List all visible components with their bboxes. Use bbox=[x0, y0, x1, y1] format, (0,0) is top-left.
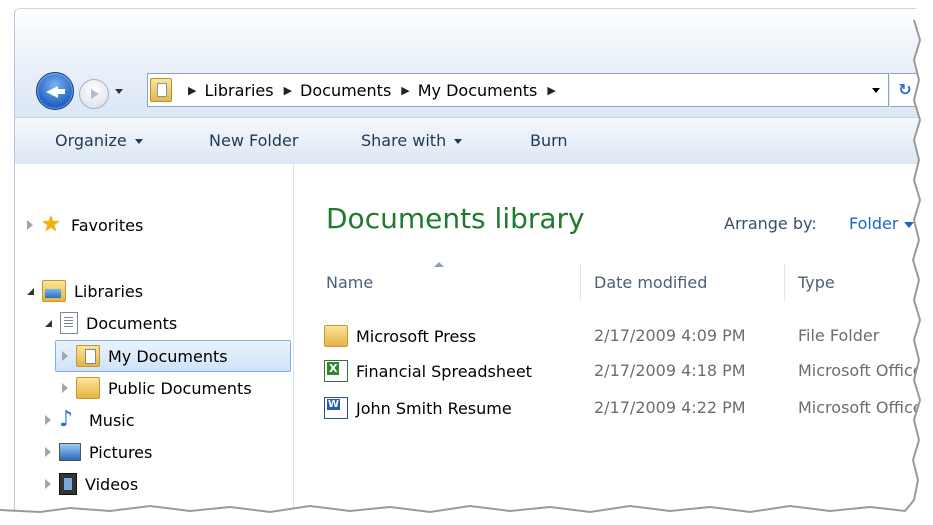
music-note-icon: ♪ bbox=[59, 407, 74, 432]
explorer-window: ▶ Libraries ▶ Documents ▶ My Documents ▶… bbox=[14, 8, 933, 514]
film-icon bbox=[59, 473, 77, 495]
expand-icon[interactable] bbox=[45, 415, 51, 425]
refresh-icon: ↻ bbox=[898, 80, 912, 99]
new-folder-label: New Folder bbox=[209, 131, 299, 150]
libraries-icon bbox=[42, 280, 66, 302]
my-documents-folder-icon bbox=[76, 345, 100, 367]
share-with-button[interactable]: Share with bbox=[361, 118, 463, 164]
tree-label: Favorites bbox=[71, 215, 144, 235]
expand-icon[interactable] bbox=[62, 383, 68, 393]
file-date: 2/17/2009 4:09 PM bbox=[594, 326, 746, 345]
organize-button[interactable]: Organize bbox=[55, 118, 143, 164]
tree-item-public-documents[interactable]: Public Documents bbox=[62, 373, 252, 403]
folder-icon bbox=[76, 377, 100, 399]
expand-icon[interactable] bbox=[45, 447, 51, 457]
tree-item-documents[interactable]: Documents bbox=[45, 308, 177, 338]
chevron-down-icon bbox=[134, 139, 143, 144]
excel-file-icon bbox=[324, 360, 348, 382]
tree-item-videos[interactable]: Videos bbox=[45, 469, 138, 499]
tree-item-pictures[interactable]: Pictures bbox=[45, 437, 152, 467]
tree-label: Public Documents bbox=[108, 378, 252, 398]
pictures-icon bbox=[59, 443, 81, 461]
tree-label: Libraries bbox=[74, 281, 144, 301]
library-folder-icon bbox=[150, 78, 172, 102]
expand-icon[interactable] bbox=[45, 479, 51, 489]
content-pane: Documents library Arrange by: Folder Nam… bbox=[294, 164, 933, 514]
sort-ascending-icon bbox=[434, 262, 444, 267]
file-name: Microsoft Press bbox=[356, 326, 477, 346]
column-divider[interactable] bbox=[784, 264, 785, 302]
column-divider[interactable] bbox=[580, 264, 581, 302]
address-history-dropdown-icon[interactable] bbox=[872, 88, 880, 93]
refresh-button[interactable]: ↻ bbox=[890, 73, 921, 107]
chevron-right-icon[interactable]: ▶ bbox=[284, 84, 292, 97]
back-button[interactable] bbox=[36, 72, 74, 110]
tree-item-music[interactable]: ♪ Music bbox=[45, 405, 135, 435]
expand-icon[interactable] bbox=[62, 351, 68, 361]
recent-pages-dropdown-icon[interactable] bbox=[115, 89, 123, 94]
tree-label: My Documents bbox=[108, 346, 228, 366]
file-date: 2/17/2009 4:22 PM bbox=[594, 398, 746, 417]
tree-item-favorites[interactable]: ★ Favorites bbox=[27, 210, 143, 240]
chevron-down-icon bbox=[454, 139, 463, 144]
burn-label: Burn bbox=[530, 131, 568, 150]
file-date: 2/17/2009 4:18 PM bbox=[594, 361, 746, 380]
folder-icon bbox=[324, 325, 348, 347]
breadcrumb-item-documents[interactable]: Documents bbox=[300, 81, 391, 100]
file-type: File Folder bbox=[798, 326, 880, 345]
chevron-down-icon[interactable] bbox=[904, 222, 914, 228]
share-with-label: Share with bbox=[361, 131, 447, 150]
column-header-type[interactable]: Type bbox=[798, 264, 835, 302]
title-bar: ▶ Libraries ▶ Documents ▶ My Documents ▶… bbox=[15, 9, 933, 117]
chevron-right-icon[interactable]: ▶ bbox=[188, 84, 196, 97]
word-file-icon bbox=[324, 397, 348, 419]
forward-button[interactable] bbox=[79, 79, 109, 109]
chevron-right-icon[interactable]: ▶ bbox=[547, 84, 555, 97]
organize-label: Organize bbox=[55, 131, 127, 150]
breadcrumb-item-libraries[interactable]: Libraries bbox=[204, 81, 273, 100]
tree-item-libraries[interactable]: Libraries bbox=[27, 276, 143, 306]
expand-icon[interactable] bbox=[27, 220, 33, 230]
tree-label: Music bbox=[89, 410, 135, 430]
column-header-name[interactable]: Name bbox=[326, 264, 373, 302]
screenshot-frame: ▶ Libraries ▶ Documents ▶ My Documents ▶… bbox=[0, 0, 933, 525]
file-type: Microsoft Office bbox=[798, 398, 923, 417]
file-type: Microsoft Office bbox=[798, 361, 923, 380]
tree-label: Videos bbox=[85, 474, 139, 494]
breadcrumb-item-my-documents[interactable]: My Documents bbox=[418, 81, 538, 100]
tree-item-my-documents[interactable]: My Documents bbox=[55, 340, 291, 372]
arrange-by-dropdown[interactable]: Folder bbox=[849, 214, 898, 233]
arrange-by-label: Arrange by: bbox=[724, 214, 817, 233]
library-title: Documents library bbox=[326, 202, 585, 235]
collapse-icon[interactable] bbox=[27, 287, 34, 295]
star-icon: ★ bbox=[41, 212, 61, 237]
file-name: Financial Spreadsheet bbox=[356, 361, 532, 381]
column-header-date-modified[interactable]: Date modified bbox=[594, 264, 707, 302]
navigation-pane: ★ Favorites Libraries Documents My Docum… bbox=[15, 164, 294, 514]
new-folder-button[interactable]: New Folder bbox=[209, 118, 298, 164]
breadcrumb: ▶ Libraries ▶ Documents ▶ My Documents ▶ bbox=[178, 74, 564, 106]
address-bar[interactable]: ▶ Libraries ▶ Documents ▶ My Documents ▶ bbox=[147, 73, 889, 107]
documents-library-icon bbox=[60, 312, 78, 334]
file-name: John Smith Resume bbox=[356, 398, 512, 418]
tree-label: Documents bbox=[86, 313, 178, 333]
command-bar: Organize New Folder Share with Burn bbox=[15, 117, 933, 165]
burn-button[interactable]: Burn bbox=[530, 118, 568, 164]
collapse-icon[interactable] bbox=[45, 319, 52, 327]
tree-label: Pictures bbox=[89, 442, 153, 462]
chevron-right-icon[interactable]: ▶ bbox=[401, 84, 409, 97]
